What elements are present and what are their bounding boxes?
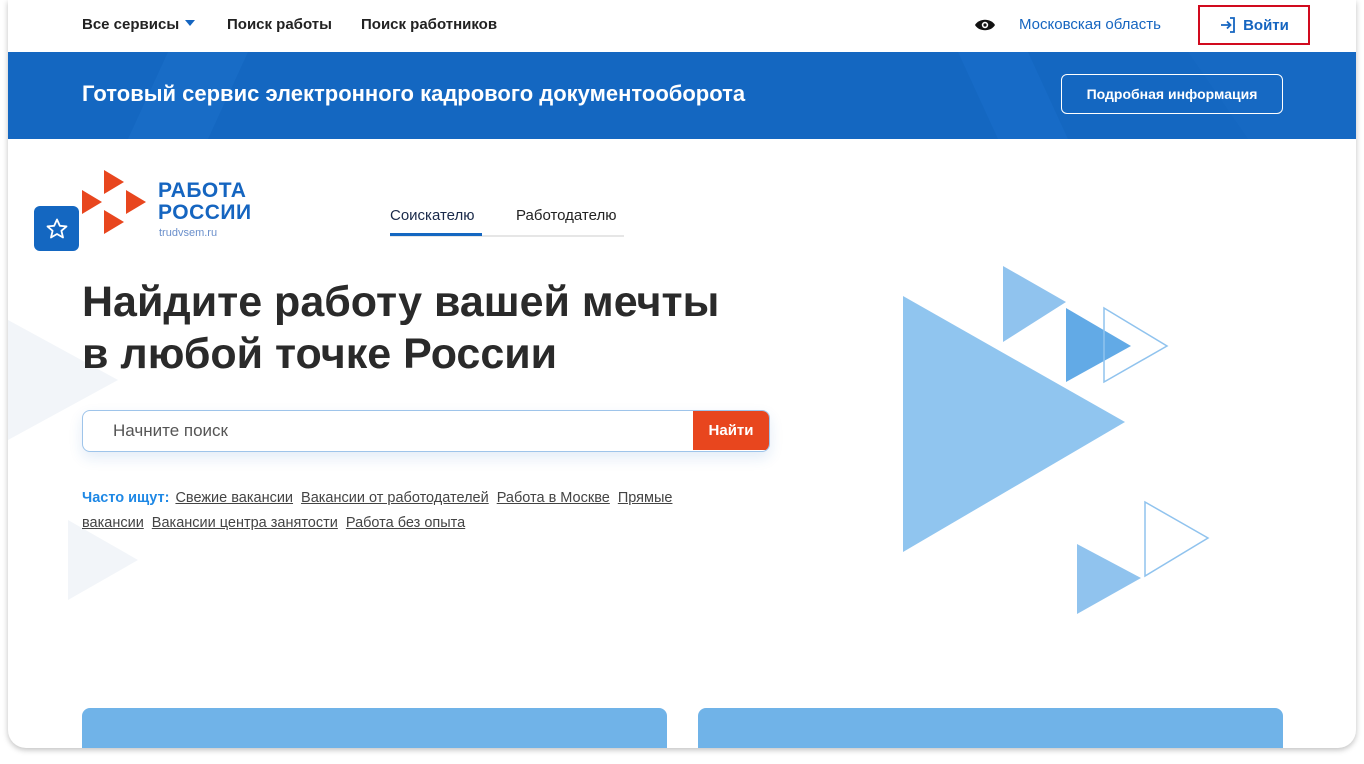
- page-frame: Все сервисы Поиск работы Поиск работнико…: [8, 0, 1356, 748]
- all-services-menu[interactable]: Все сервисы: [82, 16, 196, 33]
- login-label: Войти: [1243, 16, 1289, 34]
- hero-title-line1: Найдите работу вашей мечты: [82, 278, 720, 326]
- frequent-link-moscow[interactable]: Работа в Москве: [497, 490, 610, 506]
- login-icon: [1221, 17, 1235, 33]
- search-button[interactable]: Найти: [693, 411, 769, 450]
- frequent-link-no-experience[interactable]: Работа без опыта: [346, 515, 465, 531]
- eye-icon[interactable]: [974, 17, 996, 33]
- region-selector[interactable]: Московская область: [1019, 16, 1161, 33]
- frequent-link-fresh[interactable]: Свежие вакансии: [175, 490, 293, 506]
- search-input[interactable]: [83, 411, 695, 450]
- logo-text-line1: РАБОТА: [158, 179, 247, 202]
- audience-tabs: Соискателю Работодателю: [390, 207, 624, 237]
- frequent-link-employment-center[interactable]: Вакансии центра занятости: [152, 515, 338, 531]
- job-search-link[interactable]: Поиск работы: [227, 16, 332, 33]
- top-navigation: Все сервисы Поиск работы Поиск работнико…: [8, 0, 1356, 52]
- frequent-label: Часто ищут:: [82, 490, 170, 506]
- star-icon: [46, 218, 67, 238]
- logo-triangles-icon[interactable]: [78, 168, 156, 238]
- bottom-card-right[interactable]: [698, 708, 1283, 748]
- logo-url: trudvsem.ru: [159, 227, 218, 239]
- chevron-down-icon: [185, 20, 196, 26]
- more-info-button[interactable]: Подробная информация: [1061, 74, 1283, 114]
- favorites-button[interactable]: [34, 206, 79, 251]
- banner-title: Готовый сервис электронного кадрового до…: [82, 81, 746, 106]
- tab-seeker[interactable]: Соискателю: [390, 207, 475, 224]
- all-services-label: Все сервисы: [82, 16, 180, 33]
- active-tab-indicator: [390, 233, 482, 236]
- hero-decor-triangles: [903, 266, 1210, 614]
- search-box: Найти: [82, 410, 770, 452]
- promo-banner: Готовый сервис электронного кадрового до…: [8, 52, 1356, 139]
- hero-title: Найдите работу вашей мечты в любой точке…: [82, 276, 719, 380]
- worker-search-link[interactable]: Поиск работников: [361, 16, 497, 33]
- tab-employer[interactable]: Работодателю: [516, 207, 616, 224]
- bottom-card-left[interactable]: [82, 708, 667, 748]
- frequent-searches: Часто ищут: Свежие вакансии Вакансии от ра…: [82, 486, 782, 536]
- hero-title-line2: в любой точке России: [82, 330, 558, 378]
- login-button[interactable]: Войти: [1198, 5, 1310, 45]
- logo-text-line2: РОССИИ: [158, 201, 252, 224]
- frequent-link-employers[interactable]: Вакансии от работодателей: [301, 490, 489, 506]
